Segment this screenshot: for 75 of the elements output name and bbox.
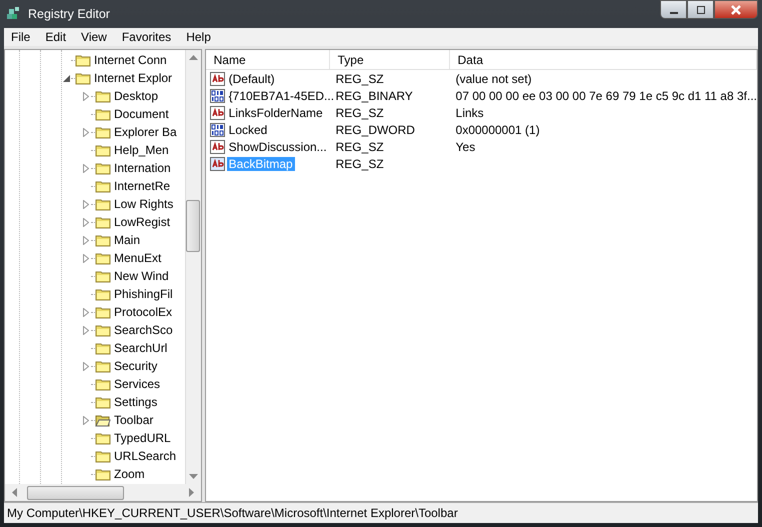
tree-item[interactable]: Help_Men	[114, 143, 169, 157]
table-cell-text: Links	[454, 106, 485, 120]
table-cell-text: Yes	[454, 140, 476, 154]
vertical-scrollbar[interactable]	[184, 50, 201, 484]
tree-item[interactable]: Main	[114, 233, 140, 247]
tree-item[interactable]: New Wind	[114, 269, 169, 283]
value-name[interactable]: (Default)	[226, 72, 277, 86]
maximize-button[interactable]	[687, 0, 714, 19]
value-name[interactable]: ShowDiscussion...	[226, 140, 329, 154]
collapsed-arrow-icon[interactable]	[83, 416, 89, 424]
table-cell-text: REG_SZ	[334, 72, 385, 86]
tree-item[interactable]: Internet Explor	[94, 71, 172, 85]
table-cell-text: 0x00000001 (1)	[454, 122, 541, 136]
menu-item[interactable]: Edit	[38, 30, 74, 44]
string-value-icon	[210, 104, 226, 120]
collapsed-arrow-icon[interactable]	[83, 92, 89, 100]
tree-item[interactable]: Internation	[114, 161, 171, 175]
menu-item[interactable]: View	[74, 30, 115, 44]
tree-item[interactable]: ProtocolEx	[114, 305, 172, 319]
minimize-button[interactable]	[660, 0, 687, 19]
scroll-left-arrow-icon[interactable]	[11, 488, 17, 497]
scroll-right-arrow-icon[interactable]	[188, 488, 195, 497]
tree-item[interactable]: Zoom	[114, 467, 145, 481]
collapsed-arrow-icon[interactable]	[83, 164, 89, 172]
menu-item[interactable]: File	[4, 30, 38, 44]
table-cell-text: REG_DWORD	[334, 122, 416, 136]
tree-item[interactable]: Security	[114, 359, 158, 373]
scroll-thumb[interactable]	[27, 486, 124, 500]
tree-item[interactable]: Settings	[114, 395, 158, 409]
window-title: Registry Editor	[28, 7, 110, 21]
tree-item[interactable]: Explorer Ba	[114, 125, 177, 139]
scroll-thumb[interactable]	[186, 200, 200, 252]
minimize-icon	[670, 12, 678, 14]
collapsed-arrow-icon[interactable]	[83, 128, 89, 136]
string-value-icon	[210, 156, 226, 172]
binary-value-icon	[210, 122, 226, 138]
tree-item[interactable]: SearchUrl	[114, 341, 168, 355]
column-header[interactable]: Data	[450, 50, 757, 69]
value-name[interactable]: Locked	[226, 122, 270, 136]
menu-item[interactable]: Favorites	[114, 30, 180, 44]
scroll-up-arrow-icon[interactable]	[188, 54, 198, 60]
tree-item[interactable]: PhishingFil	[114, 287, 173, 301]
menu-item[interactable]: Help	[179, 30, 219, 44]
tree-item[interactable]: Desktop	[114, 89, 158, 103]
horizontal-scrollbar[interactable]	[5, 484, 201, 501]
scroll-down-arrow-icon[interactable]	[188, 474, 198, 480]
value-name[interactable]: {710EB7A1-45ED...	[226, 88, 336, 102]
collapsed-arrow-icon[interactable]	[83, 362, 89, 370]
string-value-icon	[210, 70, 226, 86]
expanded-arrow-icon[interactable]	[62, 74, 70, 82]
tree-item[interactable]: LowRegist	[114, 215, 170, 229]
table-cell-text: REG_SZ	[334, 106, 385, 120]
table-cell-text: 07 00 00 00 ee 03 00 00 7e 69 79 1e c5 9c d1 11 a8 3f...	[454, 88, 757, 102]
tree-item[interactable]: InternetRe	[114, 179, 170, 193]
column-header[interactable]: Type	[330, 50, 450, 69]
tree-item[interactable]: SearchSco	[114, 323, 173, 337]
tree-item[interactable]: Toolbar	[114, 413, 154, 427]
registry-cubes-icon	[6, 6, 22, 22]
close-button[interactable]	[714, 0, 758, 19]
tree-item[interactable]: Internet Conn	[94, 53, 167, 67]
tree-item[interactable]: Low Rights	[114, 197, 174, 211]
column-header[interactable]: Name	[206, 50, 330, 69]
tree-item[interactable]: TypedURL	[114, 431, 171, 445]
close-icon	[729, 4, 743, 16]
tree-item[interactable]: Document	[114, 107, 169, 121]
table-cell-text: (value not set)	[454, 72, 533, 86]
status-bar: My Computer\HKEY_CURRENT_USER\Software\Microsoft\Internet Explorer\Toolbar	[4, 502, 758, 523]
string-value-icon	[210, 138, 226, 154]
tree-item[interactable]: Services	[114, 377, 160, 391]
tree-item[interactable]: MenuExt	[114, 251, 162, 265]
tree-item[interactable]: URLSearch	[114, 449, 176, 463]
table-cell-text: REG_SZ	[334, 156, 385, 170]
binary-value-icon	[210, 88, 226, 104]
value-name[interactable]: LinksFolderName	[226, 106, 325, 120]
table-cell-text: REG_SZ	[334, 140, 385, 154]
